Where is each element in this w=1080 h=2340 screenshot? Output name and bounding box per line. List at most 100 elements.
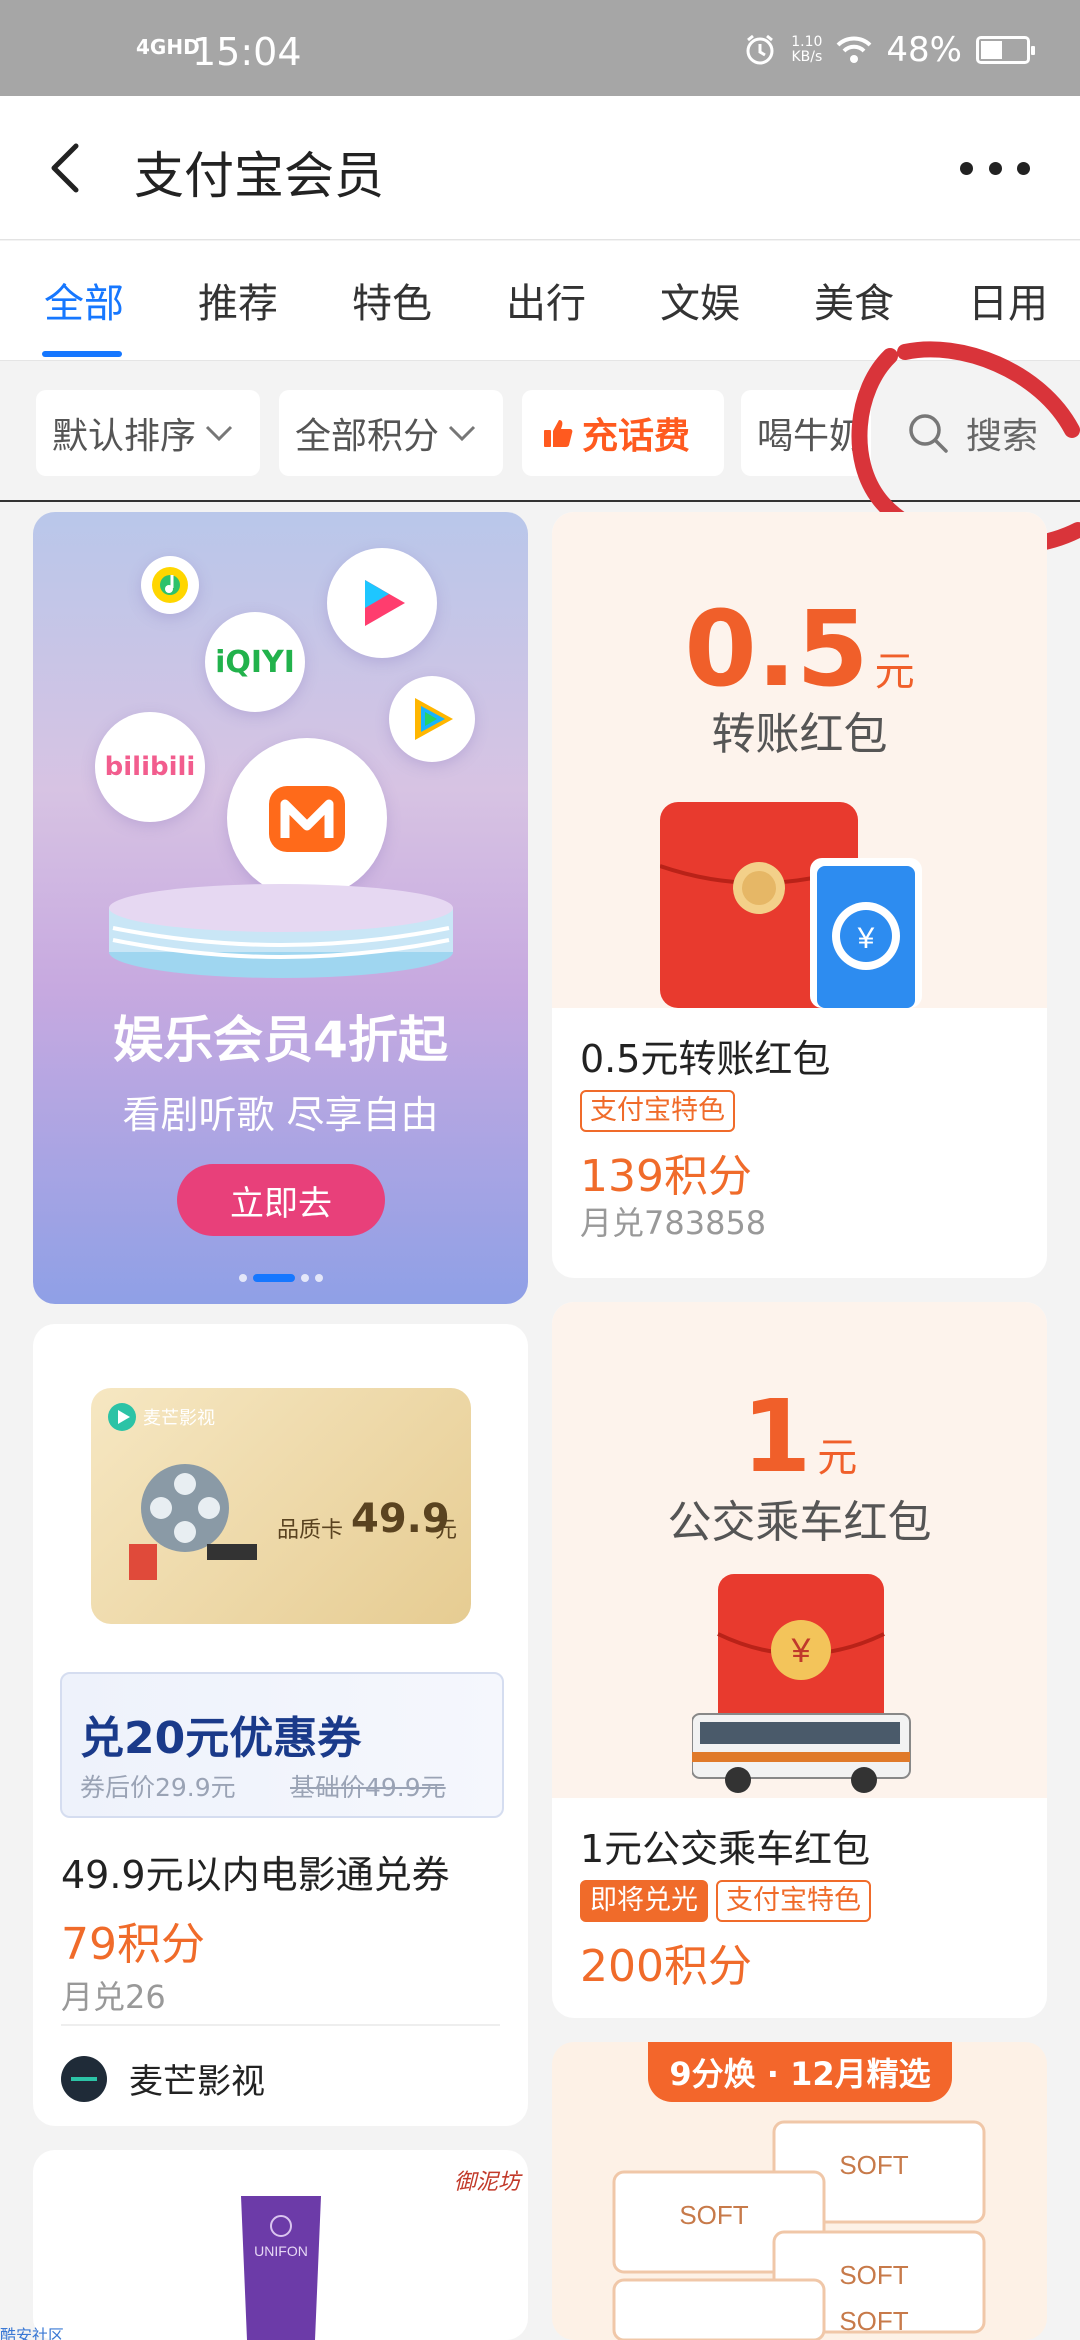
stage-pedestal — [109, 884, 453, 978]
speed-unit: KB/s — [791, 49, 823, 65]
merchant-row[interactable]: 麦芒影视 — [61, 2054, 265, 2103]
points-dropdown[interactable]: 全部积分 — [279, 390, 503, 476]
play-logo-icon — [108, 1403, 136, 1431]
coupon-box: 兑20元优惠券 券后价29.9元 基础价49.9元 — [60, 1672, 504, 1818]
battery-icon — [976, 36, 1035, 64]
entertainment-banner[interactable]: iQIYI bilibili 娱乐会员4折起 看剧听歌 尽享自由 立即去 — [33, 512, 528, 1304]
amount-value: 0.5 元 — [684, 588, 915, 710]
milk-chip[interactable]: 喝牛奶 — [741, 390, 871, 476]
tab-featured[interactable]: 特色 — [352, 271, 432, 329]
speed-value: 1.10 — [791, 34, 823, 50]
status-time: 15:04 — [192, 30, 302, 74]
product-title: 0.5元转账红包 — [580, 1037, 831, 1081]
tag-almost-sold-out: 即将兑光 — [580, 1880, 708, 1922]
sort-dropdown[interactable]: 默认排序 — [36, 390, 260, 476]
promo-badge: 9分焕 · 12月精选 — [648, 2042, 952, 2102]
iqiyi-logo: iQIYI — [205, 612, 305, 712]
active-tab-indicator — [42, 351, 122, 357]
tab-food[interactable]: 美食 — [814, 271, 894, 329]
coupon-title: 兑20元优惠券 — [80, 1713, 362, 1764]
carousel-dots — [33, 1274, 528, 1282]
title-bar: 支付宝会员 — [0, 96, 1080, 240]
page-title: 支付宝会员 — [134, 147, 384, 205]
merchant-name: 麦芒影视 — [129, 2062, 265, 2102]
search-label: 搜索 — [966, 416, 1039, 457]
alarm-icon — [746, 34, 774, 65]
card-unit: 元 — [435, 1518, 458, 1543]
tab-travel[interactable]: 出行 — [506, 271, 586, 329]
filter-bar: 默认排序 全部积分 充话费 喝牛奶 搜索 — [0, 362, 1080, 502]
network-speed: 1.10 KB/s — [791, 35, 822, 65]
sort-label: 默认排序 — [52, 416, 197, 457]
tencent-video-app-icon — [389, 676, 475, 762]
product-tags: 即将兑光 支付宝特色 — [580, 1880, 871, 1922]
search-button[interactable]: 搜索 — [900, 390, 1080, 476]
product-card-movie-voucher[interactable]: 麦芒影视 品质卡 49.9 元 兑20元优惠券 券后价29.9元 基础价49.9… — [33, 1324, 528, 2126]
product-text-3: SOFT — [839, 2260, 908, 2290]
points-label: 全部积分 — [295, 416, 440, 457]
coupon-base-price: 基础价49.9元 — [290, 1773, 446, 1802]
amount-label: 转账红包 — [711, 709, 888, 760]
milk-label: 喝牛奶 — [757, 416, 866, 457]
wifi-icon — [837, 36, 872, 63]
coupon-after-price: 券后价29.9元 — [80, 1773, 236, 1802]
product-image: 1元 公交乘车红包 ¥ — [552, 1302, 1047, 1798]
video-play-app-icon — [327, 548, 437, 658]
product-title: 49.9元以内电影通兑券 — [61, 1853, 450, 1897]
bus-redpacket-icon: ¥ — [692, 1574, 911, 1793]
product-price: 200积分 — [580, 1941, 752, 1992]
card-label: 品质卡 — [277, 1518, 344, 1543]
banner-headline: 娱乐会员4折起 — [113, 1011, 448, 1069]
red-packet-phone-icon: ¥ — [660, 802, 922, 1008]
bottle-text: UNIFON — [254, 2243, 308, 2259]
more-options-icon[interactable] — [960, 148, 1030, 188]
product-image: 0.5 元 转账红包 ¥ — [552, 512, 1047, 1008]
category-tabs: 全部 推荐 特色 出行 文娱 美食 日用 — [0, 241, 1080, 361]
monthly-redeemed: 月兑26 — [61, 1978, 166, 2016]
tissue-pack-image: SOFT SOFT SOFT SOFT — [612, 2120, 986, 2340]
network-indicator: 4GHD — [136, 35, 200, 59]
product-price: 139积分 — [580, 1151, 752, 1202]
merchant-logo-icon — [61, 2055, 107, 2102]
product-card-tissue[interactable]: 9分焕 · 12月精选 SOFT SOFT SOFT SOFT — [552, 2042, 1047, 2340]
movie-card-image: 麦芒影视 品质卡 49.9 元 — [91, 1388, 471, 1624]
film-reel-icon — [129, 1464, 257, 1580]
battery-level — [981, 41, 1002, 59]
tab-all[interactable]: 全部 — [44, 271, 124, 329]
status-right-group: 1.10 KB/s 48% — [743, 30, 1035, 70]
tab-recommended[interactable]: 推荐 — [198, 271, 278, 329]
recharge-chip[interactable]: 充话费 — [522, 390, 724, 476]
cosmetic-tube-image: UNIFON — [241, 2196, 321, 2340]
back-arrow-icon[interactable] — [40, 136, 100, 200]
tab-daily[interactable]: 日用 — [968, 271, 1048, 329]
search-icon — [909, 414, 948, 453]
product-text-2: SOFT — [679, 2200, 748, 2230]
svg-text:¥: ¥ — [791, 1632, 811, 1670]
music-app-icon — [141, 556, 199, 614]
product-card-bus-redpacket[interactable]: 1元 公交乘车红包 ¥ 1元公交乘车红包 即将兑光 支付宝特色 200积分 — [552, 1302, 1047, 2018]
monthly-redeemed: 月兑783858 — [580, 1204, 767, 1242]
product-title: 1元公交乘车红包 — [580, 1827, 871, 1871]
chevron-down-icon — [205, 425, 233, 442]
product-card-transfer-redpacket[interactable]: 0.5 元 转账红包 ¥ 0.5元转账红包 支付宝特色 139积分 月兑78385… — [552, 512, 1047, 1278]
product-card-cosmetics[interactable]: 御泥坊 UNIFON — [33, 2150, 528, 2340]
tag-alipay-special: 支付宝特色 — [580, 1090, 735, 1132]
chevron-down-icon — [448, 425, 476, 442]
svg-text:¥: ¥ — [857, 922, 875, 955]
recharge-label: 充话费 — [582, 416, 691, 457]
divider — [61, 2024, 500, 2026]
amount-label: 公交乘车红包 — [667, 1497, 932, 1548]
bilibili-logo: bilibili — [95, 712, 205, 822]
card-brand: 麦芒影视 — [107, 1402, 215, 1432]
product-tags: 支付宝特色 — [580, 1090, 735, 1132]
go-now-button[interactable]: 立即去 — [177, 1164, 385, 1236]
product-price: 79积分 — [61, 1919, 205, 1970]
product-text-4: SOFT — [839, 2306, 908, 2336]
mango-tv-app-icon — [227, 738, 387, 898]
banner-subtitle: 看剧听歌 尽享自由 — [122, 1093, 439, 1137]
tab-entertainment[interactable]: 文娱 — [660, 271, 740, 329]
thumbs-up-icon — [544, 420, 573, 447]
status-bar: 4GHD 15:04 1.10 KB/s 48% — [0, 0, 1080, 96]
amount-value: 1元 — [741, 1378, 858, 1495]
brand-mark: 御泥坊 — [453, 2170, 520, 2195]
